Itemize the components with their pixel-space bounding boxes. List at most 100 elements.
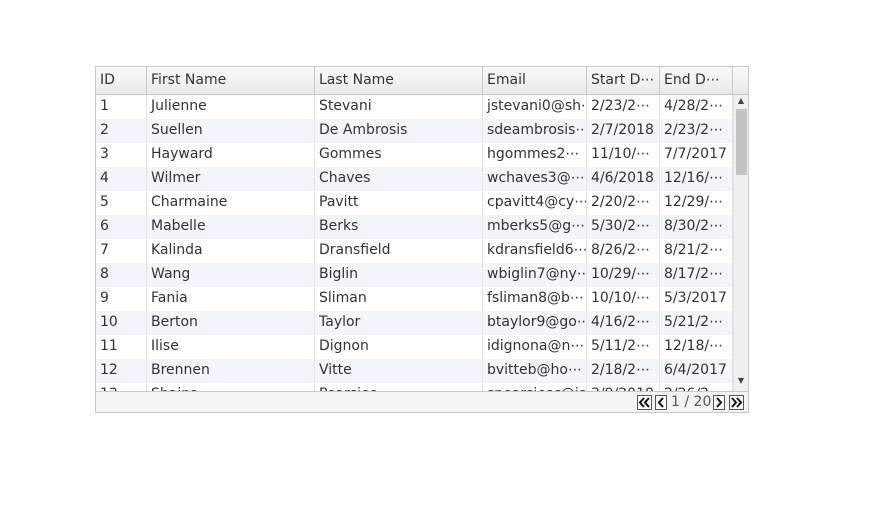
- cell-email[interactable]: kdransfield6⋯: [483, 239, 587, 263]
- cell-email[interactable]: hgommes2⋯: [483, 143, 587, 167]
- table-row[interactable]: 1 Julienne Stevani jstevani0@sh⋯ 2/23/2⋯ 4/28…: [96, 95, 733, 119]
- cell-email[interactable]: idignona@n⋯: [483, 335, 587, 359]
- cell-start-date[interactable]: 11/10/⋯: [587, 143, 660, 167]
- table-row[interactable]: 7 Kalinda Dransfield kdransfield6⋯ 8/26/2⋯ 8/…: [96, 239, 733, 263]
- column-header-email[interactable]: Email: [483, 67, 587, 94]
- next-page-button[interactable]: [713, 395, 725, 410]
- cell-id[interactable]: 10: [96, 311, 147, 335]
- cell-first-name[interactable]: Suellen: [147, 119, 315, 143]
- cell-first-name[interactable]: Wilmer: [147, 167, 315, 191]
- table-row[interactable]: 6 Mabelle Berks mberks5@g⋯ 5/30/2⋯ 8/30/2⋯: [96, 215, 733, 239]
- cell-end-date[interactable]: 8/30/2⋯: [660, 215, 733, 239]
- cell-last-name[interactable]: Stevani: [315, 95, 483, 119]
- cell-email[interactable]: bvitteb@ho⋯: [483, 359, 587, 383]
- column-header-id[interactable]: ID: [96, 67, 147, 94]
- cell-first-name[interactable]: Fania: [147, 287, 315, 311]
- cell-first-name[interactable]: Hayward: [147, 143, 315, 167]
- cell-end-date[interactable]: 2/26/2⋯: [660, 383, 733, 391]
- cell-email[interactable]: jstevani0@sh⋯: [483, 95, 587, 119]
- table-row[interactable]: 2 Suellen De Ambrosis sdeambrosis⋯ 2/7/2018 2…: [96, 119, 733, 143]
- cell-end-date[interactable]: 6/4/2017: [660, 359, 733, 383]
- cell-last-name[interactable]: Sliman: [315, 287, 483, 311]
- column-header-start-date[interactable]: Start D⋯: [587, 67, 660, 94]
- first-page-button[interactable]: [637, 395, 652, 410]
- cell-id[interactable]: 11: [96, 335, 147, 359]
- cell-start-date[interactable]: 10/29/⋯: [587, 263, 660, 287]
- cell-email[interactable]: sdeambrosis⋯: [483, 119, 587, 143]
- cell-last-name[interactable]: Dignon: [315, 335, 483, 359]
- cell-end-date[interactable]: 5/3/2017: [660, 287, 733, 311]
- cell-email[interactable]: cpavitt4@cy⋯: [483, 191, 587, 215]
- cell-start-date[interactable]: 2/18/2⋯: [587, 359, 660, 383]
- column-header-last-name[interactable]: Last Name: [315, 67, 483, 94]
- table-row[interactable]: 8 Wang Biglin wbiglin7@ny⋯ 10/29/⋯ 8/17/2⋯: [96, 263, 733, 287]
- scroll-thumb[interactable]: [736, 109, 747, 175]
- cell-start-date[interactable]: 2/20/2⋯: [587, 191, 660, 215]
- cell-id[interactable]: 12: [96, 359, 147, 383]
- cell-id[interactable]: 1: [96, 95, 147, 119]
- cell-email[interactable]: mberks5@g⋯: [483, 215, 587, 239]
- scroll-up-arrow-icon[interactable]: ▲: [734, 95, 748, 107]
- cell-start-date[interactable]: 2/23/2⋯: [587, 95, 660, 119]
- cell-first-name[interactable]: Wang: [147, 263, 315, 287]
- cell-last-name[interactable]: De Ambrosis: [315, 119, 483, 143]
- cell-first-name[interactable]: Ilise: [147, 335, 315, 359]
- scroll-down-arrow-icon[interactable]: ▼: [734, 375, 748, 387]
- cell-first-name[interactable]: Charmaine: [147, 191, 315, 215]
- cell-last-name[interactable]: Pearsies: [315, 383, 483, 391]
- cell-id[interactable]: 4: [96, 167, 147, 191]
- cell-end-date[interactable]: 8/17/2⋯: [660, 263, 733, 287]
- cell-first-name[interactable]: Kalinda: [147, 239, 315, 263]
- cell-email[interactable]: wchaves3@⋯: [483, 167, 587, 191]
- cell-id[interactable]: 5: [96, 191, 147, 215]
- cell-id[interactable]: 13: [96, 383, 147, 391]
- cell-id[interactable]: 8: [96, 263, 147, 287]
- column-header-first-name[interactable]: First Name: [147, 67, 315, 94]
- cell-end-date[interactable]: 12/16/⋯: [660, 167, 733, 191]
- previous-page-button[interactable]: [655, 395, 667, 410]
- cell-first-name[interactable]: Berton: [147, 311, 315, 335]
- cell-end-date[interactable]: 5/21/2⋯: [660, 311, 733, 335]
- cell-end-date[interactable]: 12/29/⋯: [660, 191, 733, 215]
- cell-email[interactable]: wbiglin7@ny⋯: [483, 263, 587, 287]
- cell-start-date[interactable]: 5/11/2⋯: [587, 335, 660, 359]
- cell-first-name[interactable]: Brennen: [147, 359, 315, 383]
- cell-first-name[interactable]: Shaina: [147, 383, 315, 391]
- cell-id[interactable]: 7: [96, 239, 147, 263]
- cell-start-date[interactable]: 5/30/2⋯: [587, 215, 660, 239]
- grid-body[interactable]: 1 Julienne Stevani jstevani0@sh⋯ 2/23/2⋯ 4/28…: [96, 95, 733, 391]
- table-row[interactable]: 5 Charmaine Pavitt cpavitt4@cy⋯ 2/20/2⋯ 12/29…: [96, 191, 733, 215]
- table-row[interactable]: 11 Ilise Dignon idignona@n⋯ 5/11/2⋯ 12/18/⋯: [96, 335, 733, 359]
- cell-end-date[interactable]: 7/7/2017: [660, 143, 733, 167]
- table-row[interactable]: 3 Hayward Gommes hgommes2⋯ 11/10/⋯ 7/7/2017: [96, 143, 733, 167]
- cell-email[interactable]: spearsiesc@is⋯: [483, 383, 587, 391]
- cell-start-date[interactable]: 3/9/2018: [587, 383, 660, 391]
- cell-start-date[interactable]: 2/7/2018: [587, 119, 660, 143]
- cell-id[interactable]: 9: [96, 287, 147, 311]
- cell-start-date[interactable]: 10/10/⋯: [587, 287, 660, 311]
- cell-start-date[interactable]: 8/26/2⋯: [587, 239, 660, 263]
- last-page-button[interactable]: [729, 395, 744, 410]
- cell-end-date[interactable]: 2/23/2⋯: [660, 119, 733, 143]
- table-row[interactable]: 10 Berton Taylor btaylor9@go⋯ 4/16/2⋯ 5/21/2⋯: [96, 311, 733, 335]
- vertical-scrollbar[interactable]: ▲ ▼: [733, 95, 748, 391]
- cell-id[interactable]: 3: [96, 143, 147, 167]
- cell-last-name[interactable]: Chaves: [315, 167, 483, 191]
- cell-start-date[interactable]: 4/6/2018: [587, 167, 660, 191]
- table-row[interactable]: 4 Wilmer Chaves wchaves3@⋯ 4/6/2018 12/16/⋯: [96, 167, 733, 191]
- cell-first-name[interactable]: Julienne: [147, 95, 315, 119]
- cell-end-date[interactable]: 12/18/⋯: [660, 335, 733, 359]
- cell-id[interactable]: 2: [96, 119, 147, 143]
- cell-email[interactable]: btaylor9@go⋯: [483, 311, 587, 335]
- table-row[interactable]: 12 Brennen Vitte bvitteb@ho⋯ 2/18/2⋯ 6/4/2017: [96, 359, 733, 383]
- cell-start-date[interactable]: 4/16/2⋯: [587, 311, 660, 335]
- cell-first-name[interactable]: Mabelle: [147, 215, 315, 239]
- column-header-end-date[interactable]: End D⋯: [660, 67, 733, 94]
- cell-email[interactable]: fsliman8@b⋯: [483, 287, 587, 311]
- cell-last-name[interactable]: Berks: [315, 215, 483, 239]
- cell-end-date[interactable]: 8/21/2⋯: [660, 239, 733, 263]
- table-row[interactable]: 13ShainaPearsiesspearsiesc@is⋯3/9/20182/…: [96, 383, 733, 391]
- table-row[interactable]: 9 Fania Sliman fsliman8@b⋯ 10/10/⋯ 5/3/2017: [96, 287, 733, 311]
- cell-end-date[interactable]: 4/28/2⋯: [660, 95, 733, 119]
- cell-last-name[interactable]: Taylor: [315, 311, 483, 335]
